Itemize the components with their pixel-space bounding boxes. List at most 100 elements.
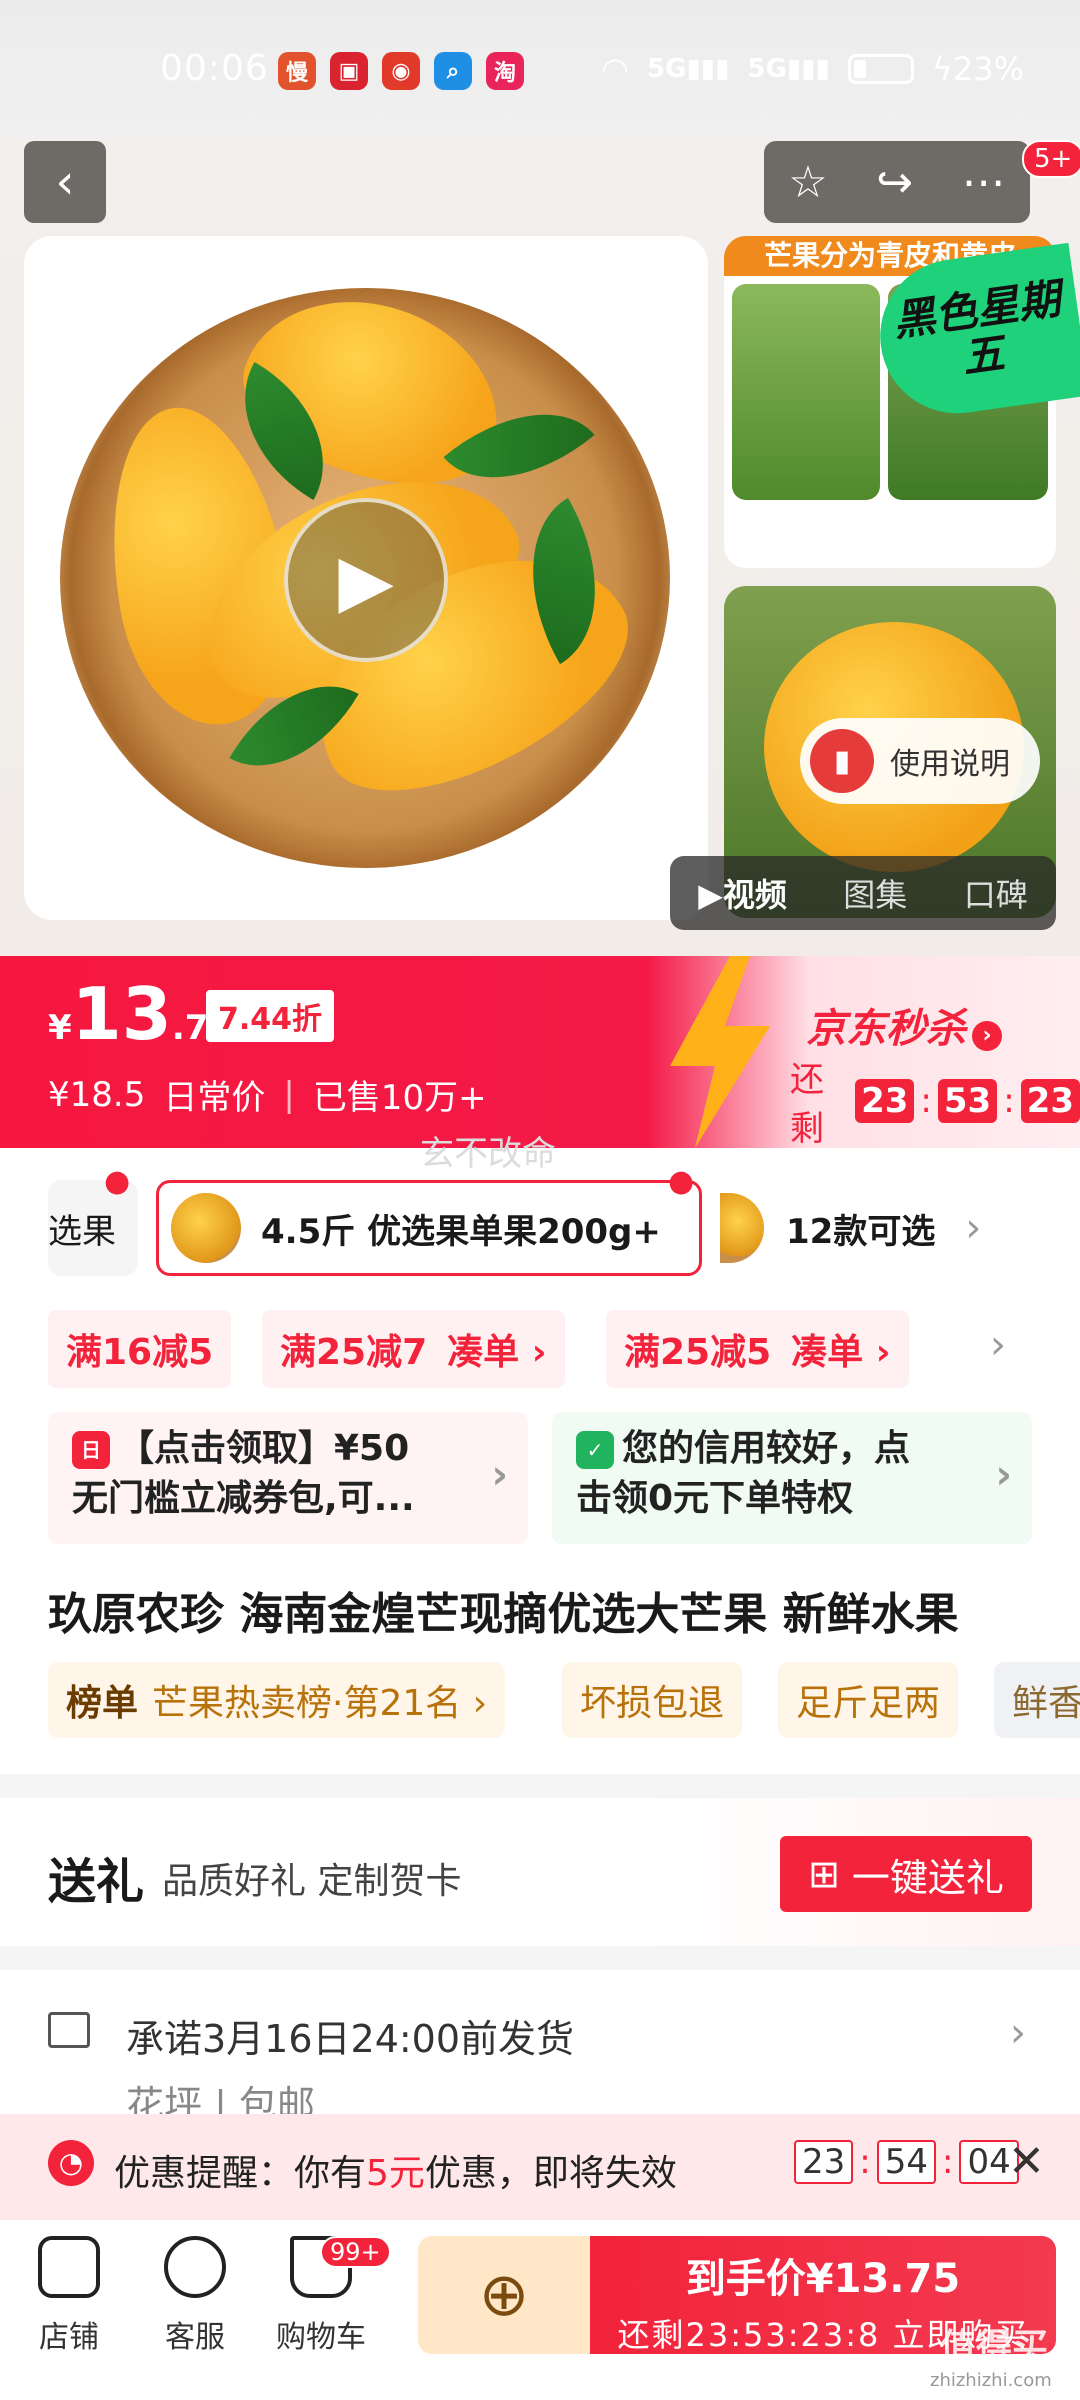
final-price-label: 到手价¥13.75 — [685, 2256, 961, 2302]
play-video-button[interactable]: ▶ — [284, 498, 448, 662]
book-icon: ▮ — [810, 729, 874, 793]
app-icon: ⌕ — [434, 52, 472, 90]
app-icon: 慢 — [278, 52, 316, 90]
chevron-right-icon: › — [972, 1021, 1002, 1051]
seckill-countdown: 还剩 23: 53: 23 — [790, 1052, 1080, 1150]
lightning-icon — [670, 956, 770, 1148]
usage-guide-button[interactable]: ▮ 使用说明 — [800, 718, 1040, 804]
add-on-link[interactable]: 凑单 › — [447, 1323, 546, 1375]
countdown-seconds: 23 — [1020, 1079, 1080, 1123]
tab-video[interactable]: ▶视频 — [698, 870, 787, 916]
cart-plus-icon: ⊕ — [478, 2260, 530, 2330]
gift-icon: ⊞ — [808, 1852, 840, 1896]
service-tag-fresh[interactable]: 鲜香 — [994, 1662, 1080, 1738]
send-gift-button[interactable]: ⊞ 一键送礼 — [780, 1836, 1032, 1912]
app-icon: ◉ — [382, 52, 420, 90]
coupon-pack-card[interactable]: 日【点击领取】¥50 无门槛立减券包,可... › — [48, 1412, 528, 1544]
countdown-hours: 23 — [855, 1079, 915, 1123]
chevron-right-icon: › — [995, 1452, 1012, 1498]
media-tabs: ▶视频 图集 口碑 — [670, 856, 1056, 930]
status-app-icons: 慢 ▣ ◉ ⌕ 淘 — [278, 52, 524, 90]
service-tag-weight[interactable]: 足斤足两 — [778, 1662, 959, 1738]
credit-privilege-card[interactable]: ✓ 您的信用较好，点 击领0元下单特权 › — [552, 1412, 1032, 1544]
hot-icon: ● — [668, 1164, 695, 1199]
usage-label: 使用说明 — [890, 747, 1010, 782]
shipping-promise[interactable]: 承诺3月16日24:00前发货 — [126, 2008, 574, 2063]
discount-tag: 7.44折 — [206, 990, 335, 1042]
coupon-line2: 无门槛立减券包,可... — [72, 1478, 415, 1519]
sold-count: 已售10万+ — [312, 1078, 487, 1118]
variant-option-selected[interactable]: 4.5斤 优选果单果200g+ — [156, 1180, 702, 1276]
favorite-star-icon[interactable]: ☆ — [788, 157, 827, 208]
price-subline: ¥18.5 日常价 | 已售10万+ — [48, 1070, 487, 1119]
credit-line1: 您的信用较好，点 — [622, 1428, 911, 1469]
shopping-bag-icon: ✓ — [576, 1431, 614, 1469]
variant-more[interactable]: 12款可选 › — [720, 1180, 1032, 1276]
status-indicators: ◠ 5G▮▮▮ 5G▮▮▮ ϟ23% — [601, 50, 1024, 88]
price-integer: 13 — [71, 972, 172, 1056]
tab-reviews[interactable]: 口碑 — [964, 870, 1028, 916]
close-icon[interactable]: ✕ — [1008, 2136, 1045, 2187]
service-tag-refund[interactable]: 坏损包退 — [562, 1662, 743, 1738]
timer-hours: 23 — [794, 2140, 854, 2184]
delivery-truck-icon — [48, 2012, 90, 2048]
app-icon: 淘 — [486, 52, 524, 90]
chevron-right-icon: › — [965, 1205, 982, 1251]
nav-service[interactable]: 客服 — [140, 2236, 250, 2356]
yellow-mango-photo — [732, 284, 880, 500]
nav-shop-label: 店铺 — [39, 2320, 99, 2355]
customer-service-icon — [164, 2236, 226, 2298]
signal-icon: 5G▮▮▮ — [647, 54, 730, 84]
chevron-right-icon: › — [491, 1452, 508, 1498]
app-icon: ▣ — [330, 52, 368, 90]
promo-tag[interactable]: 满25减5 凑单 › — [606, 1310, 909, 1388]
rank-label: 榜单 — [66, 1683, 139, 1724]
coupon-line1: 【点击领取】¥50 — [118, 1428, 410, 1469]
gift-title: 送礼 — [48, 1854, 145, 1910]
promos-more-icon[interactable]: › — [990, 1322, 1006, 1368]
reminder-text: 优惠提醒：你有5元优惠，即将失效 — [114, 2153, 677, 2194]
promo-tag[interactable]: 满25减7 凑单 › — [262, 1310, 565, 1388]
variant-thumb — [720, 1193, 764, 1263]
status-time: 00:06 — [160, 48, 269, 89]
timer-minutes: 54 — [876, 2140, 936, 2184]
signal-icon-2: 5G▮▮▮ — [747, 54, 830, 84]
jd-seckill-link[interactable]: 京东秒杀 › — [806, 996, 1002, 1054]
rank-text: 芒果热卖榜·第21名 › — [152, 1683, 488, 1724]
wifi-icon: ◠ — [601, 50, 630, 88]
variant-thumb — [171, 1193, 241, 1263]
tab-gallery[interactable]: 图集 — [843, 870, 907, 916]
more-icon[interactable]: ⋯ — [962, 157, 1006, 208]
chevron-left-icon: ‹ — [55, 154, 75, 210]
current-price: ¥13.75 — [48, 972, 232, 1056]
battery-level: ϟ23% — [931, 50, 1024, 88]
variant-more-label: 12款可选 — [786, 1211, 936, 1252]
gift-subtitle: 品质好礼 定制贺卡 — [162, 1861, 462, 1902]
ranking-tag[interactable]: 榜单 芒果热卖榜·第21名 › — [48, 1662, 506, 1738]
shop-icon — [38, 2236, 100, 2298]
add-on-link[interactable]: 凑单 › — [791, 1323, 890, 1375]
header-actions: ☆ ↪ ⋯ — [764, 141, 1030, 223]
hot-icon: ● — [104, 1164, 131, 1199]
original-price-label: 日常价 — [163, 1078, 266, 1118]
coupon-icon: 日 — [72, 1431, 110, 1469]
countdown-label: 还剩 — [790, 1060, 824, 1149]
share-icon[interactable]: ↪ — [876, 157, 913, 208]
chevron-right-icon[interactable]: › — [1010, 2010, 1026, 2056]
site-watermark-url: zhizhizhi.com — [930, 2370, 1052, 2391]
add-to-cart-button[interactable]: ⊕ — [418, 2236, 590, 2354]
overlay-watermark: 玄不改命 — [420, 1134, 556, 1174]
back-button[interactable]: ‹ — [24, 141, 106, 223]
promo-tag[interactable]: 满16减5 — [48, 1310, 232, 1388]
play-icon: ▶ — [338, 538, 394, 622]
product-title: 玖原农珍 海南金煌芒现摘优选大芒果 新鲜水果 — [48, 1589, 959, 1640]
reminder-amount: 5元 — [366, 2153, 425, 2194]
section-divider — [0, 1774, 1080, 1798]
variant-label: 4.5斤 优选果单果200g+ — [261, 1211, 661, 1252]
message-badge: 5+ — [1022, 140, 1080, 178]
credit-line2: 击领0元下单特权 — [576, 1478, 854, 1519]
nav-shop[interactable]: 店铺 — [14, 2236, 124, 2356]
variant-label: 选果 — [48, 1211, 116, 1252]
original-price: ¥18.5 — [48, 1074, 146, 1115]
battery-icon — [847, 54, 914, 84]
